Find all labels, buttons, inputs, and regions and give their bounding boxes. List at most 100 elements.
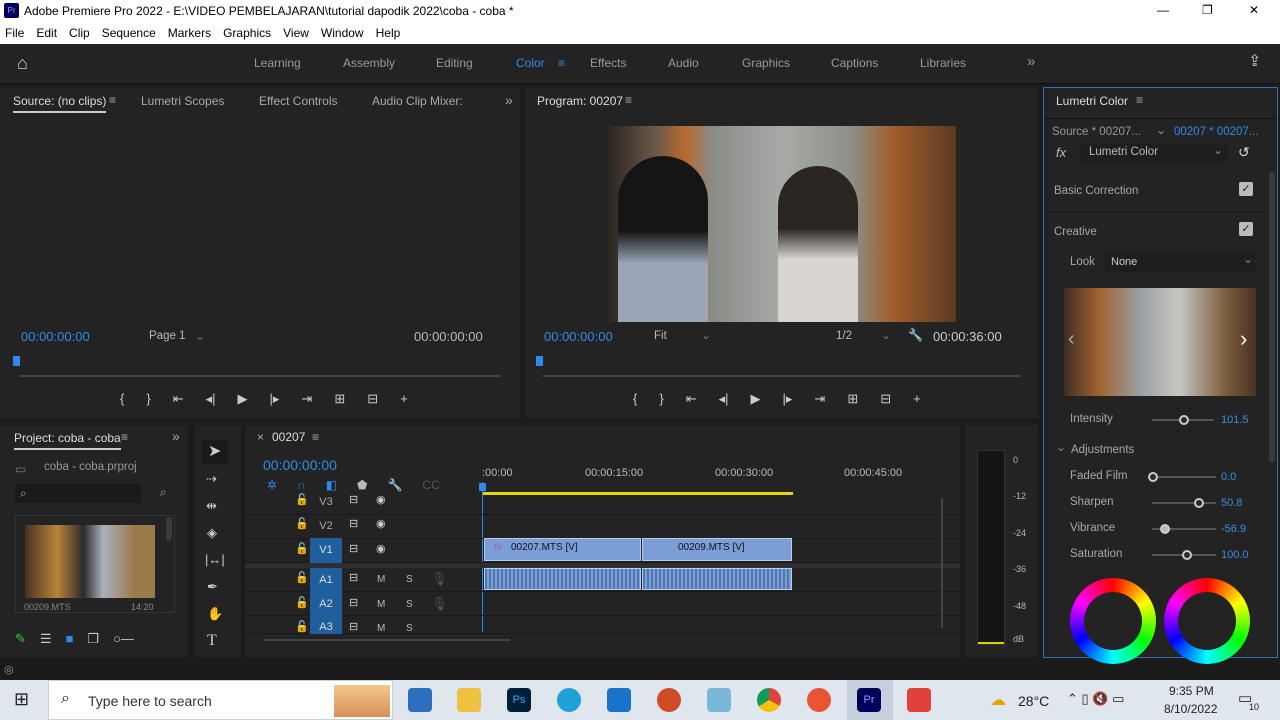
next-look-icon[interactable]: › — [1240, 326, 1247, 352]
intensity-slider[interactable] — [1152, 415, 1214, 425]
adjustments-label[interactable]: Adjustments — [1071, 444, 1134, 456]
panel-menu-icon[interactable]: ≡ — [625, 93, 632, 107]
nest-icon[interactable]: ✲ — [267, 478, 277, 492]
home-icon[interactable]: ⌂ — [17, 54, 28, 72]
weather-icon[interactable]: ☁ — [990, 690, 1006, 710]
more-tabs-icon[interactable]: » — [505, 92, 513, 108]
powerpoint-icon[interactable] — [657, 688, 681, 712]
photoshop-icon[interactable]: Ps — [507, 688, 531, 712]
resolution-dropdown[interactable]: 1/2 — [836, 330, 852, 342]
microphone-icon[interactable]: 🎙 — [431, 597, 448, 610]
close-button[interactable]: ✕ — [1249, 3, 1259, 17]
project-search-input[interactable]: ⌕ — [15, 484, 141, 503]
fit-dropdown[interactable]: Fit — [654, 330, 667, 342]
clock-time[interactable]: 9:35 PM — [1169, 684, 1214, 698]
insert-icon[interactable]: ⊞ — [334, 391, 345, 407]
program-timecode[interactable]: 00:00:00:00 — [544, 329, 613, 344]
eye-icon[interactable]: ◉ — [376, 519, 386, 530]
project-clip-item[interactable]: 00209.MTS 14:20 — [15, 515, 175, 613]
audio-clip[interactable] — [642, 568, 792, 590]
app-icon[interactable] — [707, 688, 731, 712]
workspace-audio[interactable]: Audio — [668, 56, 699, 70]
horizontal-zoom-scrollbar[interactable] — [264, 639, 510, 641]
linked-selection-icon[interactable]: ◧ — [326, 478, 337, 492]
program-title[interactable]: Program: 00207 — [537, 94, 623, 108]
pen-tool-icon[interactable]: ✒ — [207, 580, 218, 593]
lift-icon[interactable]: ⊞ — [847, 391, 858, 407]
menu-file[interactable]: File — [5, 26, 24, 40]
video-clip[interactable]: fx 00207.MTS [V] — [484, 538, 641, 561]
source-timecode[interactable]: 00:00:00:00 — [21, 329, 90, 344]
color-wheel-highlights[interactable] — [1164, 578, 1250, 664]
freeform-view-icon[interactable]: ❐ — [87, 631, 99, 647]
workspace-color[interactable]: Color — [516, 56, 545, 70]
intensity-value[interactable]: 101.5 — [1221, 414, 1249, 426]
go-to-in-icon[interactable]: ⇤ — [686, 391, 697, 407]
workspace-effects[interactable]: Effects — [590, 56, 626, 70]
mark-in-icon[interactable]: { — [120, 391, 124, 407]
track-label-a2[interactable]: A2 — [310, 592, 342, 616]
workspace-graphics[interactable]: Graphics — [742, 56, 790, 70]
scrollbar[interactable] — [166, 517, 172, 541]
overwrite-icon[interactable]: ⊟ — [367, 391, 378, 407]
eye-icon[interactable]: ◉ — [376, 495, 386, 506]
track-label-v1[interactable]: V1 — [310, 538, 342, 563]
checkbox-checked-icon[interactable]: ✓ — [1239, 182, 1253, 196]
source-scrubber[interactable] — [20, 375, 501, 377]
source-clip-selector[interactable]: Source * 00207... — [1052, 126, 1141, 138]
file-explorer-icon[interactable] — [457, 688, 481, 712]
workspace-captions[interactable]: Captions — [831, 56, 878, 70]
menu-window[interactable]: Window — [321, 26, 364, 40]
calculator-icon[interactable] — [408, 688, 432, 712]
target-clip-selector[interactable]: 00207 * 00207... — [1174, 126, 1258, 138]
recorder-icon[interactable] — [907, 688, 931, 712]
mute-button[interactable]: M — [377, 574, 385, 585]
playhead[interactable] — [536, 356, 543, 366]
workspace-menu-icon[interactable]: ≡ — [558, 56, 565, 70]
sync-lock-icon[interactable]: ⊟ — [349, 622, 358, 633]
list-view-icon[interactable]: ☰ — [40, 631, 52, 647]
workspace-assembly[interactable]: Assembly — [343, 56, 395, 70]
sync-lock-icon[interactable]: ⊟ — [349, 495, 358, 506]
sequence-tab[interactable]: 00207 — [272, 430, 305, 444]
playhead[interactable] — [13, 356, 20, 366]
menu-clip[interactable]: Clip — [69, 26, 90, 40]
playhead-handle[interactable] — [479, 483, 486, 491]
video-clip[interactable]: 00209.MTS [V] — [642, 538, 792, 561]
vertical-scrollbar[interactable] — [941, 498, 943, 628]
vibrance-value[interactable]: -56.9 — [1221, 523, 1246, 535]
saturation-slider[interactable] — [1152, 550, 1216, 560]
step-forward-icon[interactable]: |▸ — [783, 391, 793, 407]
more-tabs-icon[interactable]: » — [172, 428, 180, 444]
zoom-slider[interactable]: ○— — [113, 631, 134, 647]
razor-tool-icon[interactable]: ◈ — [207, 526, 217, 539]
lumetri-title[interactable]: Lumetri Color — [1056, 94, 1128, 108]
step-back-icon[interactable]: ◂| — [206, 391, 216, 407]
add-marker-icon[interactable]: ⬟ — [357, 478, 367, 492]
snap-icon[interactable]: ∩ — [297, 478, 306, 492]
app-icon[interactable] — [807, 688, 831, 712]
wrench-icon[interactable]: 🔧 — [387, 478, 402, 492]
find-icon[interactable]: ⌕ — [160, 485, 167, 500]
step-forward-icon[interactable]: |▸ — [270, 391, 280, 407]
tray-icons[interactable]: ⌃ ▯ 🔇 ▭ — [1067, 691, 1124, 707]
menu-sequence[interactable]: Sequence — [102, 26, 156, 40]
step-back-icon[interactable]: ◂| — [719, 391, 729, 407]
more-workspaces-icon[interactable]: » — [1027, 53, 1035, 70]
hand-tool-icon[interactable]: ✋ — [207, 607, 223, 620]
chevron-down-icon[interactable]: ⌄ — [1056, 440, 1066, 454]
panel-menu-icon[interactable]: ≡ — [312, 430, 319, 444]
sync-lock-icon[interactable]: ⊟ — [349, 544, 358, 555]
page-dropdown[interactable]: Page 1 — [149, 330, 185, 342]
tab-effect-controls[interactable]: Effect Controls — [259, 94, 337, 108]
mute-button[interactable]: M — [377, 623, 385, 634]
sharpen-slider[interactable] — [1152, 498, 1216, 508]
wrench-icon[interactable]: 🔧 — [908, 328, 923, 342]
sync-lock-icon[interactable]: ⊟ — [349, 519, 358, 530]
faded-film-value[interactable]: 0.0 — [1221, 471, 1236, 483]
track-label-a3[interactable]: A3 — [310, 616, 342, 634]
track-select-tool-icon[interactable]: ⇢ — [206, 472, 217, 485]
color-wheel-shadows[interactable] — [1070, 578, 1156, 664]
go-to-out-icon[interactable]: ⇥ — [301, 391, 312, 407]
minimize-button[interactable]: — — [1157, 3, 1169, 17]
